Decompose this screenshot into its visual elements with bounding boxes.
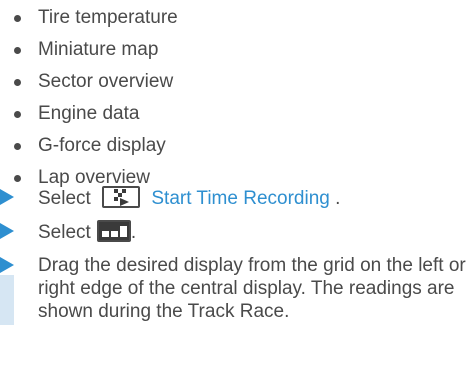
- list-item-label: G-force display: [38, 135, 166, 156]
- list-item-label: Sector overview: [38, 71, 174, 92]
- list-item-label: Engine data: [38, 103, 140, 124]
- display-layout-icon: [96, 220, 131, 242]
- list-item-g-force-display: G-force display: [0, 130, 178, 162]
- list-item-sector-overview: Sector overview: [0, 66, 178, 98]
- list-item-label: Lap overview: [38, 167, 150, 188]
- bullet-icon: [14, 47, 21, 54]
- start-time-recording-link[interactable]: Start Time Recording: [151, 188, 329, 209]
- instruction-steps: Select Start Time Recording . Select . D…: [0, 186, 468, 325]
- step-arrow-icon: [0, 223, 14, 239]
- step-select-start-time-recording: Select Start Time Recording .: [0, 186, 468, 210]
- display-options-list: Tire temperature Miniature map Sector ov…: [0, 0, 178, 194]
- step-text: Drag the desired display from the grid o…: [38, 255, 466, 322]
- bullet-icon: [14, 143, 21, 150]
- checkered-flag-icon: [102, 186, 141, 208]
- bullet-icon: [14, 15, 21, 22]
- step-prefix: Select: [38, 188, 91, 209]
- step-prefix: Select: [38, 222, 91, 243]
- step-continuation-bar: [0, 275, 14, 325]
- list-item-miniature-map: Miniature map: [0, 34, 178, 66]
- list-item-engine-data: Engine data: [0, 98, 178, 130]
- step-arrow-icon: [0, 189, 14, 205]
- step-suffix: .: [335, 188, 341, 209]
- list-item-label: Tire temperature: [38, 7, 178, 28]
- bullet-icon: [14, 175, 21, 182]
- list-item-label: Miniature map: [38, 39, 159, 60]
- step-select-display-layout: Select .: [0, 220, 468, 244]
- step-suffix: .: [130, 222, 137, 243]
- bullet-icon: [14, 79, 21, 86]
- bullet-icon: [14, 111, 21, 118]
- step-drag-display: Drag the desired display from the grid o…: [0, 254, 468, 325]
- step-arrow-icon: [0, 257, 14, 273]
- list-item-tire-temperature: Tire temperature: [0, 2, 178, 34]
